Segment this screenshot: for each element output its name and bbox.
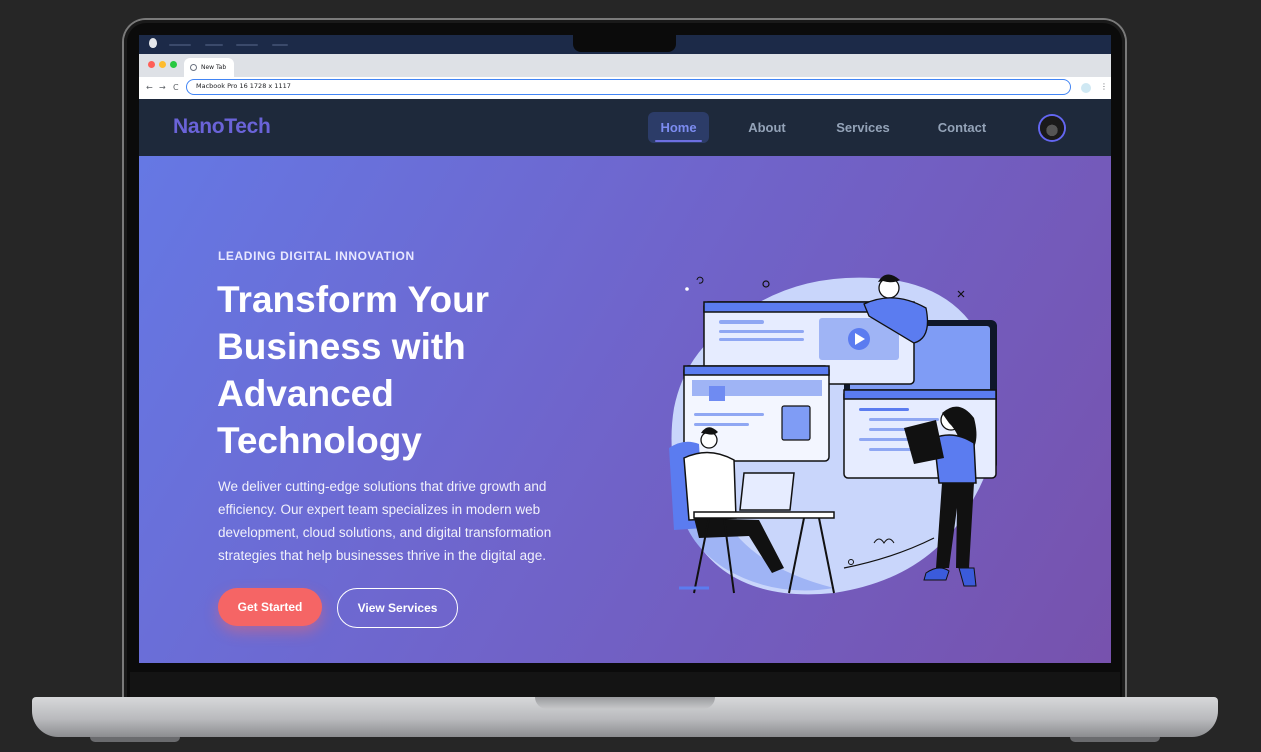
sparkle-circle bbox=[762, 280, 770, 288]
hero-headline: Transform Your Business with Advanced Te… bbox=[217, 279, 490, 461]
reload-icon[interactable]: C bbox=[173, 82, 179, 94]
code-window-bar bbox=[843, 389, 997, 400]
apple-icon[interactable] bbox=[149, 38, 157, 48]
laptop-screen: New Tab ← → C Macbook Pro 16 1728 x 1117… bbox=[139, 35, 1111, 663]
nav-link-about[interactable]: About bbox=[734, 112, 800, 143]
menu-item-placeholder[interactable] bbox=[272, 44, 288, 46]
camera-notch bbox=[573, 35, 676, 52]
code-line bbox=[869, 418, 939, 421]
team-illustration bbox=[669, 274, 997, 595]
text-line bbox=[719, 330, 804, 333]
menu-item-placeholder[interactable] bbox=[236, 44, 258, 46]
sparkle-x bbox=[957, 290, 965, 298]
menu-item-placeholder[interactable] bbox=[169, 44, 191, 46]
minimize-window-button[interactable] bbox=[159, 61, 166, 68]
code-line bbox=[859, 408, 909, 411]
sparkle-dot bbox=[685, 287, 689, 291]
text-line bbox=[719, 338, 804, 341]
laptop-thumb-notch bbox=[535, 697, 715, 709]
view-services-button[interactable]: View Services bbox=[337, 588, 458, 628]
close-window-button[interactable] bbox=[148, 61, 155, 68]
browser-toolbar: ← → C Macbook Pro 16 1728 x 1117 ⋮ bbox=[139, 77, 1111, 99]
zoom-window-button[interactable] bbox=[170, 61, 177, 68]
hero-eyebrow: LEADING DIGITAL INNOVATION bbox=[218, 249, 415, 263]
text-line bbox=[719, 320, 764, 324]
hero-description: We deliver cutting-edge solutions that d… bbox=[218, 479, 552, 563]
nav-link-home[interactable]: Home bbox=[648, 112, 709, 143]
address-bar-input[interactable]: Macbook Pro 16 1728 x 1117 bbox=[186, 79, 1071, 95]
browser-tabbar: New Tab bbox=[139, 54, 1111, 77]
get-started-button[interactable]: Get Started bbox=[218, 588, 322, 626]
tab-title: New Tab bbox=[201, 64, 227, 71]
image-block bbox=[709, 386, 725, 401]
hero-section: LEADING DIGITAL INNOVATION Transform You… bbox=[139, 156, 1111, 663]
text-line bbox=[694, 423, 749, 426]
laptop-foot-right bbox=[1070, 737, 1160, 742]
laptop bbox=[739, 472, 795, 511]
man-shirt bbox=[683, 451, 737, 521]
woman-shoe-right bbox=[958, 567, 977, 587]
user-avatar[interactable] bbox=[1040, 116, 1064, 140]
browser-tab[interactable]: New Tab bbox=[184, 58, 234, 77]
text-line bbox=[694, 413, 764, 416]
site-logo[interactable]: NanoTech bbox=[173, 115, 271, 139]
top-man-hair bbox=[878, 274, 900, 283]
active-indicator bbox=[655, 140, 702, 142]
forward-arrow-icon[interactable]: → bbox=[159, 82, 166, 94]
card-block bbox=[781, 405, 811, 441]
menu-item-placeholder[interactable] bbox=[205, 44, 223, 46]
laptop-chin bbox=[130, 672, 1120, 700]
laptop-foot-left bbox=[90, 737, 180, 742]
sparkle-arc bbox=[696, 276, 704, 284]
browser-menu-icon[interactable]: ⋮ bbox=[1100, 82, 1108, 92]
back-arrow-icon[interactable]: ← bbox=[146, 82, 153, 94]
globe-icon bbox=[190, 64, 197, 71]
woman-shoe-left bbox=[923, 567, 950, 581]
desk-top bbox=[693, 511, 835, 519]
code-line bbox=[869, 448, 914, 451]
extension-icon[interactable] bbox=[1081, 83, 1091, 93]
browser-window-left-bar bbox=[683, 365, 830, 376]
site-navbar: NanoTech Home About Services Contact bbox=[139, 99, 1111, 156]
nav-link-label: Home bbox=[660, 120, 697, 135]
nav-link-services[interactable]: Services bbox=[827, 112, 899, 143]
nav-link-contact[interactable]: Contact bbox=[927, 112, 997, 143]
